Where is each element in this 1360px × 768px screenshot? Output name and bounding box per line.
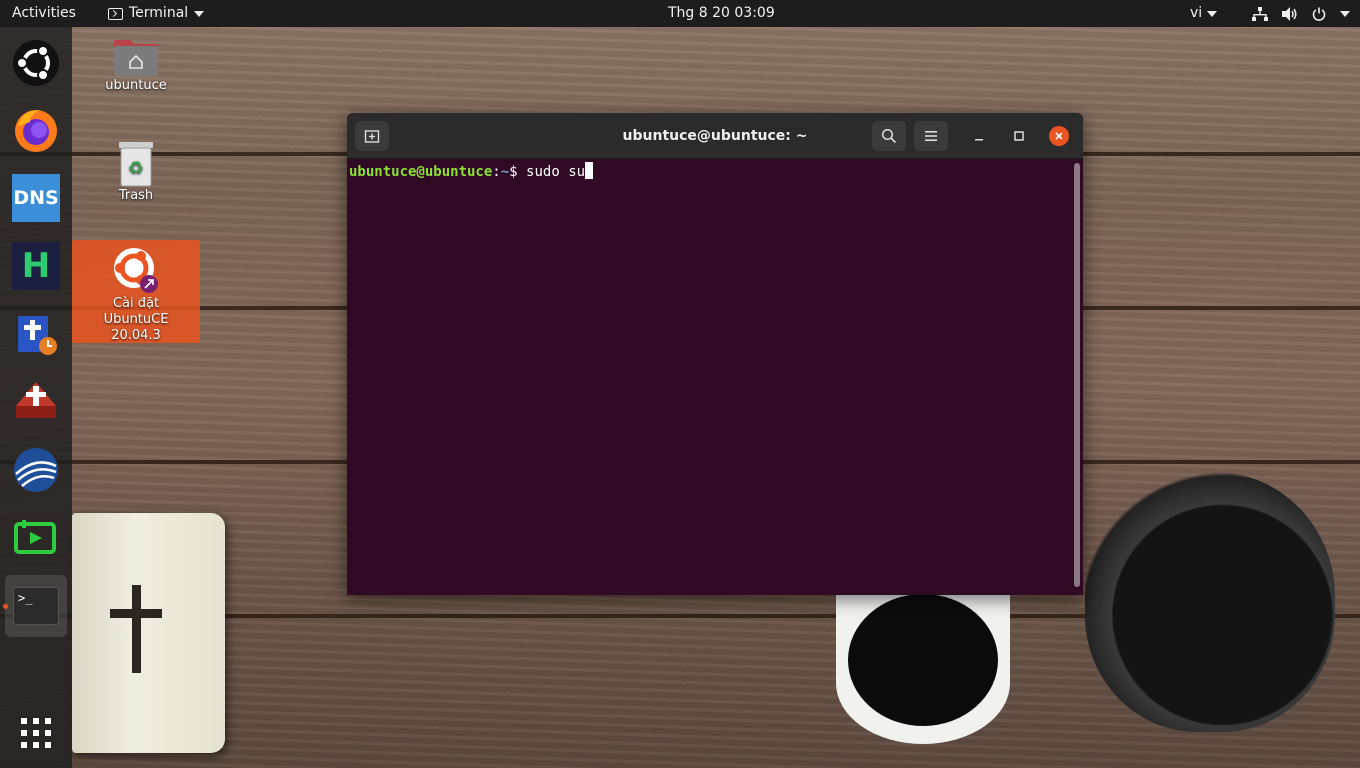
dock-item-ubuntu[interactable] — [12, 39, 60, 87]
search-icon — [881, 128, 897, 144]
terminal-small-icon — [108, 7, 123, 20]
app-menu[interactable]: Terminal — [108, 0, 205, 27]
clock[interactable]: Thg 8 20 03:09 — [668, 0, 775, 27]
terminal-icon: >_ — [13, 587, 59, 625]
new-tab-button[interactable] — [355, 121, 389, 151]
terminal-line: ubuntuce@ubuntuce:~$ sudo su — [349, 162, 1081, 180]
dock-item-show-applications[interactable] — [12, 709, 60, 757]
ubuntu-installer-icon — [114, 248, 158, 293]
text-cursor — [585, 162, 594, 179]
terminal-window: ubuntuce@ubuntuce: ~ ubuntuce@ubuntuce:~… — [347, 113, 1083, 595]
desktop-icon-label: Cài đặt UbuntuCE 20.04.3 — [103, 296, 169, 343]
dock-item-church-app[interactable] — [12, 378, 60, 426]
running-indicator — [3, 604, 8, 609]
activities-button[interactable]: Activities — [12, 0, 76, 27]
app-menu-label: Terminal — [129, 5, 189, 21]
dock-item-dns[interactable]: DNS — [12, 174, 60, 222]
terminal-scrollbar[interactable] — [1074, 163, 1080, 587]
top-bar: Activities Terminal Thg 8 20 03:09 vi — [0, 0, 1360, 27]
input-source-label: vi — [1190, 5, 1203, 21]
screen-share-icon — [14, 520, 56, 554]
terminal-output[interactable]: ubuntuce@ubuntuce:~$ sudo su — [347, 159, 1083, 595]
firefox-icon — [15, 110, 57, 152]
desktop-icon-label: ubuntuce — [105, 78, 167, 93]
dock-item-bible-app[interactable] — [12, 310, 60, 358]
network-icon — [1252, 6, 1268, 21]
bible-app-icon — [18, 316, 57, 355]
church-app-icon — [16, 382, 56, 418]
hamburger-menu-button[interactable] — [914, 121, 948, 151]
home-folder-icon — [114, 40, 158, 76]
grid-icon — [21, 718, 51, 748]
chevron-down-icon — [194, 10, 205, 17]
desktop-icon-installer[interactable]: Cài đặt UbuntuCE 20.04.3 — [72, 240, 200, 343]
close-icon — [1055, 132, 1063, 140]
input-source-menu[interactable]: vi — [1190, 0, 1218, 27]
terminal-titlebar[interactable]: ubuntuce@ubuntuce: ~ — [347, 113, 1083, 159]
wallpaper-coffee-pot — [1085, 472, 1335, 732]
minimize-button[interactable] — [969, 126, 989, 146]
dock-item-screen-share[interactable] — [12, 514, 60, 562]
close-button[interactable] — [1049, 126, 1069, 146]
new-tab-icon — [364, 130, 380, 143]
ubuntu-logo-icon — [13, 40, 59, 86]
maximize-button[interactable] — [1009, 126, 1029, 146]
volume-icon — [1282, 6, 1297, 21]
chevron-down-icon — [1207, 10, 1218, 17]
dock-item-terminal[interactable]: >_ — [5, 575, 67, 637]
dock-item-sphere-app[interactable] — [12, 446, 60, 494]
dock: DNS H >_ — [0, 27, 72, 768]
desktop-icon-label: Trash — [118, 188, 154, 203]
power-icon — [1312, 7, 1326, 21]
svg-text:♻: ♻ — [128, 158, 144, 179]
dns-icon: DNS — [12, 174, 60, 222]
cross-icon — [110, 585, 162, 673]
minimize-icon — [975, 139, 983, 141]
search-button[interactable] — [872, 121, 906, 151]
system-menu[interactable] — [1252, 0, 1350, 27]
sphere-app-icon — [14, 448, 58, 492]
trash-icon: ♻ — [119, 142, 153, 187]
maximize-icon — [1014, 131, 1024, 141]
prompt-user: ubuntuce@ubuntuce — [349, 164, 493, 180]
wallpaper-book — [72, 513, 225, 753]
h-app-icon: H — [12, 242, 60, 290]
desktop-icon-trash[interactable]: ♻ Trash — [72, 140, 200, 204]
prompt-separator: : — [492, 164, 501, 180]
dock-item-h-app[interactable]: H — [12, 242, 60, 290]
dock-item-firefox[interactable] — [12, 106, 60, 154]
chevron-down-icon — [1340, 10, 1350, 17]
terminal-command: sudo su — [526, 164, 586, 180]
wallpaper-coffee-cup — [836, 592, 1010, 744]
hamburger-icon — [925, 131, 937, 141]
desktop-icon-home[interactable]: ubuntuce — [72, 34, 200, 94]
prompt-path: ~ — [500, 164, 510, 180]
prompt-symbol: $ — [509, 164, 518, 180]
